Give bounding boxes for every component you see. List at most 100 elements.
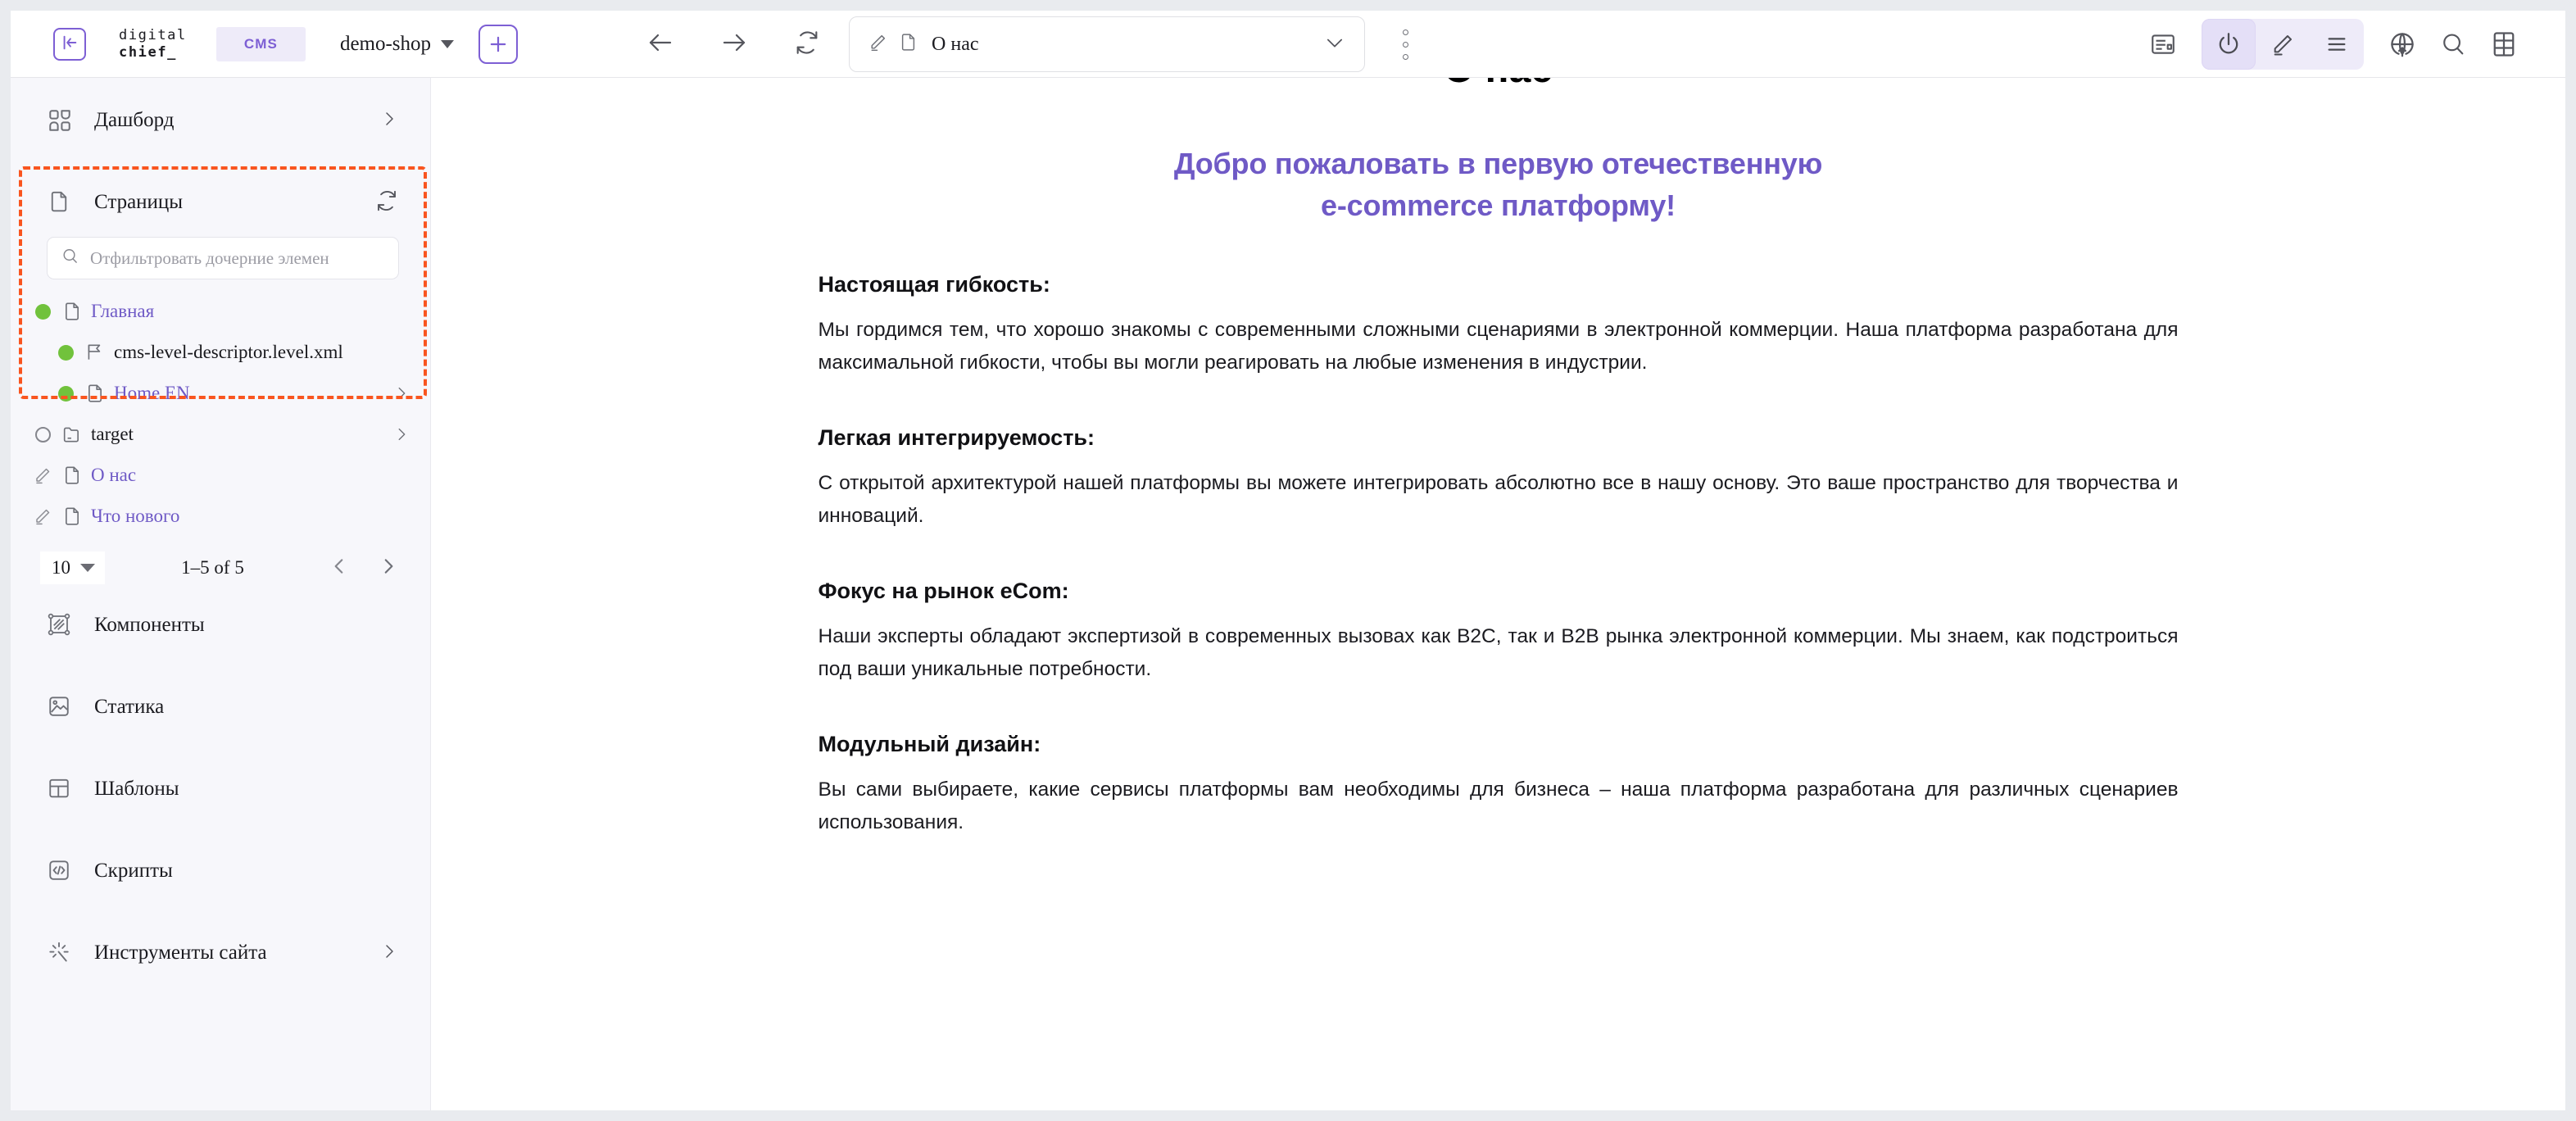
status-dot-published [55,342,76,363]
browser-nav-group [646,28,821,61]
sidebar-item-label: Страницы [94,191,184,213]
template-icon [47,776,73,802]
section-heading: Модульный дизайн: [818,731,1041,756]
kebab-dot [1402,53,1408,60]
filter-input[interactable]: Отфильтровать дочерние элемен [47,237,399,279]
add-button[interactable] [478,25,519,64]
filter-placeholder: Отфильтровать дочерние элемен [90,247,329,268]
section-body: Наши эксперты обладают экспертизой в сов… [818,625,2179,681]
section-heading: Фокус на рынок eCom: [818,579,1069,604]
tree-item-label: Главная [91,301,155,321]
page-subtitle-line-2: e-commerce платформу! [1321,188,1676,223]
tree-item-label: О нас [91,465,137,485]
section-heading: Легкая интегрируемость: [818,425,1095,451]
sidebar-collapse-button[interactable] [53,28,86,61]
sidebar-item-site-tools[interactable]: Инструменты сайта [11,912,430,994]
address-bar-title: О нас [932,33,979,55]
tree-item-glavnaya[interactable]: Главная [32,291,422,332]
sidebar-item-templates[interactable]: Шаблоны [11,748,430,830]
right-tools-group [2138,19,2529,70]
content-section: Модульный дизайн: Вы сами выбираете, как… [819,732,2179,839]
layout-preview-icon[interactable] [2138,19,2188,70]
tree-item-label: Что нового [91,506,180,526]
pencil-icon [868,32,888,57]
pagination-nav [329,556,406,581]
pencil-icon [32,506,53,527]
more-vertical-icon[interactable] [1391,24,1419,65]
section-body: Вы сами выбираете, какие сервисы платфор… [818,778,2179,833]
flag-icon [84,342,106,363]
chevron-down-icon[interactable] [1323,31,1346,58]
site-name: demo-shop [339,33,432,55]
tree-item-home-en[interactable]: Home EN [32,373,422,414]
tools-icon [47,940,73,966]
page-subtitle: Добро пожаловать в первую отечественную … [819,143,2179,226]
sidebar-item-label: Инструменты сайта [94,942,267,964]
search-icon[interactable] [2428,19,2478,70]
content-section: Настоящая гибкость: Мы гордимся тем, что… [819,272,2179,379]
tree-item-o-nas[interactable]: О нас [32,455,422,496]
site-selector[interactable]: demo-shop [339,33,455,56]
tree-item-label: target [91,424,134,444]
file-icon [898,32,918,57]
page-content: О нас Добро пожаловать в первую отечеств… [810,78,2187,839]
chevron-right-icon [379,109,399,133]
status-dot-unpublished [32,424,53,445]
pencil-edit-icon[interactable] [2256,19,2310,70]
sidebar-item-label: Статика [94,696,165,718]
content-section: Легкая интегрируемость: С открытой архит… [819,425,2179,533]
section-heading: Настоящая гибкость: [818,272,1050,297]
tree-item-target[interactable]: target [32,414,422,455]
list-menu-icon[interactable] [2310,19,2364,70]
grid-icon[interactable] [2478,19,2529,70]
dashboard-icon [47,107,73,134]
file-icon [61,465,83,486]
pages-tree: Главная cms-level-descriptor.level.xml H… [11,279,430,537]
arrow-right-icon[interactable] [719,28,749,61]
chevron-down-icon [441,40,455,48]
sidebar-item-components[interactable]: Компоненты [11,584,430,666]
sidebar-item-static[interactable]: Статика [11,666,430,748]
plus-icon [487,33,510,56]
tree-item-cms-level-descriptor[interactable]: cms-level-descriptor.level.xml [32,332,422,373]
file-icon [61,506,83,527]
pages-section: Страницы Отфильтровать дочерние элемен Г… [11,161,430,584]
arrow-left-icon[interactable] [646,28,675,61]
refresh-icon[interactable] [374,188,399,217]
sidebar-item-dashboard[interactable]: Дашборд [11,79,430,161]
cms-badge: CMS [215,27,306,61]
brand-line-2: chief_ [119,44,178,61]
chevron-right-icon[interactable] [378,556,399,581]
refresh-icon[interactable] [793,29,821,61]
filter-row: Отфильтровать дочерние элемен [11,237,430,279]
chevron-right-icon[interactable] [391,425,410,443]
sidebar-item-label: Шаблоны [94,778,179,800]
publish-globe-icon[interactable] [2377,19,2428,70]
file-icon [47,189,73,216]
pencil-icon [32,465,53,486]
status-dot-published [32,301,53,322]
image-icon [47,694,73,720]
search-icon [61,247,79,270]
sidebar: Дашборд Страницы Отфильтровать дочерние … [11,78,431,1110]
brand-logo: digital chief_ [119,27,187,61]
file-icon [84,383,106,404]
tree-item-chto-novogo[interactable]: Что нового [32,496,422,537]
chevron-left-icon[interactable] [329,556,350,581]
power-icon[interactable] [2202,19,2256,70]
section-body: С открытой архитектурой нашей платформы … [818,472,2179,528]
pagination-bar: 10 1–5 of 5 [11,537,430,584]
sidebar-item-scripts[interactable]: Скрипты [11,830,430,912]
kebab-dot [1402,41,1408,48]
file-icon [61,301,83,322]
page-scroll-area[interactable]: О нас Добро пожаловать в первую отечеств… [431,78,2565,839]
page-size-select[interactable]: 10 [40,551,105,584]
chevron-down-icon [80,564,95,572]
panel-collapse-left-icon [61,34,79,56]
sidebar-item-pages[interactable]: Страницы [11,161,430,243]
page-size-value: 10 [52,557,70,578]
folder-icon [61,424,83,445]
chevron-right-icon[interactable] [391,384,410,402]
address-bar[interactable]: О нас [849,16,1366,72]
pagination-range: 1–5 of 5 [181,557,244,578]
